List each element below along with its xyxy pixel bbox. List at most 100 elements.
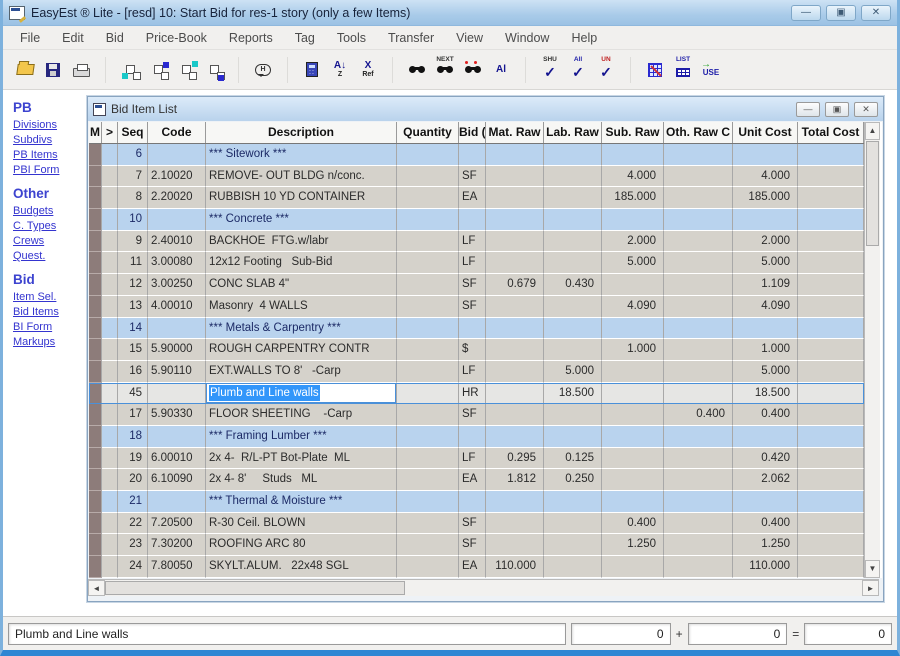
find-tagged-icon[interactable] — [459, 57, 487, 83]
column-header-seq[interactable]: Seq — [118, 122, 148, 143]
bid-item-row-15[interactable]: 155.90000ROUGH CARPENTRY CONTR$1.0001.00… — [89, 339, 864, 361]
sidebar-link-pbi-form[interactable]: PBI Form — [13, 164, 87, 176]
sidebar-link-bi-form[interactable]: BI Form — [13, 321, 87, 333]
sidebar-link-crews[interactable]: Crews — [13, 235, 87, 247]
column-header-lab-raw[interactable]: Lab. Raw — [544, 122, 602, 143]
uncheck-all-icon[interactable]: ✓UN — [592, 57, 620, 83]
sidebar-link-markups[interactable]: Markups — [13, 336, 87, 348]
column-header-unit-cost[interactable]: Unit Cost — [733, 122, 798, 143]
bid-item-row-17[interactable]: 175.90330FLOOR SHEETING -CarpSF0.4000.40… — [89, 404, 864, 426]
menu-tag[interactable]: Tag — [284, 31, 326, 45]
cell-total — [798, 556, 864, 578]
bid-item-row-19[interactable]: 196.000102x 4- R/L-PT Bot-Plate MLLF0.29… — [89, 448, 864, 470]
sidebar-link-quest-[interactable]: Quest. — [13, 250, 87, 262]
column-header-mat-raw[interactable]: Mat. Raw — [486, 122, 544, 143]
child-restore-button[interactable]: ▣ — [825, 102, 849, 117]
use-icon[interactable]: →USE — [697, 57, 725, 83]
column-header-total-cost[interactable]: Total Cost — [798, 122, 864, 143]
menu-reports[interactable]: Reports — [218, 31, 284, 45]
sidebar-link-budgets[interactable]: Budgets — [13, 205, 87, 217]
menu-transfer[interactable]: Transfer — [377, 31, 445, 45]
column-header-sub-raw[interactable]: Sub. Raw — [602, 122, 664, 143]
all-icon[interactable]: Al — [487, 57, 515, 83]
value1-field[interactable]: 0 — [571, 623, 671, 645]
bid-item-row-22[interactable]: 227.20500R-30 Ceil. BLOWNSF0.4000.400 — [89, 513, 864, 535]
description-field[interactable]: Plumb and Line walls — [8, 623, 566, 645]
vertical-scrollbar[interactable]: ▲ ▼ — [864, 122, 880, 578]
column-header--[interactable]: > — [102, 122, 118, 143]
bid-item-row-7[interactable]: 72.10020REMOVE- OUT BLDG n/conc.SF4.0004… — [89, 166, 864, 188]
column-header-oth-raw-c[interactable]: Oth. Raw C — [664, 122, 733, 143]
sidebar-link-divisions[interactable]: Divisions — [13, 119, 87, 131]
menu-view[interactable]: View — [445, 31, 494, 45]
maximize-button[interactable]: ▣ — [826, 5, 856, 21]
preview-grid-icon[interactable] — [641, 57, 669, 83]
calculator-icon[interactable] — [298, 57, 326, 83]
menu-price-book[interactable]: Price-Book — [135, 31, 218, 45]
goto-divisions-icon[interactable] — [116, 57, 144, 83]
scroll-down-icon[interactable]: ▼ — [865, 560, 880, 578]
check-all-icon[interactable]: ✓All — [564, 57, 592, 83]
sidebar-link-pb-items[interactable]: PB Items — [13, 149, 87, 161]
sidebar-link-c-types[interactable]: C. Types — [13, 220, 87, 232]
menu-bid[interactable]: Bid — [95, 31, 135, 45]
menu-window[interactable]: Window — [494, 31, 560, 45]
section-row-21[interactable]: 21*** Thermal & Moisture *** — [89, 491, 864, 513]
cell-lab — [544, 144, 602, 166]
goto-subdivs-icon[interactable] — [144, 57, 172, 83]
menu-edit[interactable]: Edit — [51, 31, 95, 45]
goto-items-icon[interactable] — [172, 57, 200, 83]
scroll-right-icon[interactable]: ► — [862, 580, 879, 596]
bid-item-row-45[interactable]: 45Plumb and Line wallsHR18.50018.500 — [89, 383, 864, 405]
section-row-6[interactable]: 6*** Sitework *** — [89, 144, 864, 166]
column-header-code[interactable]: Code — [148, 122, 206, 143]
column-header-m[interactable]: M — [89, 122, 102, 143]
bid-item-row-16[interactable]: 165.90110EXT.WALLS TO 8' -CarpLF5.0005.0… — [89, 361, 864, 383]
section-row-18[interactable]: 18*** Framing Lumber *** — [89, 426, 864, 448]
list-icon[interactable]: LIST — [669, 57, 697, 83]
xref-icon[interactable]: XRef — [354, 57, 382, 83]
section-row-10[interactable]: 10*** Concrete *** — [89, 209, 864, 231]
column-header-quantity[interactable]: Quantity — [397, 122, 459, 143]
goto-form-icon[interactable] — [200, 57, 228, 83]
child-close-button[interactable]: ✕ — [854, 102, 878, 117]
bid-item-list-title-bar[interactable]: Bid Item List — ▣ ✕ — [88, 97, 883, 121]
horizontal-scrollbar[interactable]: ◄ ► — [88, 579, 879, 596]
bid-item-row-8[interactable]: 82.20020RUBBISH 10 YD CONTAINEREA185.000… — [89, 187, 864, 209]
bid-item-row-24[interactable]: 247.80050SKYLT.ALUM. 22x48 SGLEA110.0001… — [89, 556, 864, 578]
find-icon[interactable] — [403, 57, 431, 83]
value2-field[interactable]: 0 — [688, 623, 788, 645]
horizontal-scroll-thumb[interactable] — [105, 581, 405, 595]
bid-item-row-11[interactable]: 113.0008012x12 Footing Sub-BidLF5.0005.0… — [89, 252, 864, 274]
show-checked-icon[interactable]: ✓SHU — [536, 57, 564, 83]
find-next-icon[interactable]: NEXT — [431, 57, 459, 83]
scroll-left-icon[interactable]: ◄ — [88, 580, 105, 596]
menu-tools[interactable]: Tools — [326, 31, 377, 45]
column-header-description[interactable]: Description — [206, 122, 397, 143]
column-header-bid-[interactable]: Bid ( — [459, 122, 486, 143]
open-file-icon[interactable] — [11, 57, 39, 83]
sidebar-link-subdivs[interactable]: Subdivs — [13, 134, 87, 146]
child-minimize-button[interactable]: — — [796, 102, 820, 117]
sort-az-icon[interactable]: A↓Z — [326, 57, 354, 83]
help-bubble-icon[interactable]: H — [249, 57, 277, 83]
cell-desc: BACKHOE FTG.w/labr — [206, 231, 397, 253]
save-icon[interactable] — [39, 57, 67, 83]
scroll-up-icon[interactable]: ▲ — [865, 122, 880, 140]
description-edit-input[interactable]: Plumb and Line walls — [206, 383, 396, 404]
close-button[interactable]: ✕ — [861, 5, 891, 21]
menu-help[interactable]: Help — [560, 31, 608, 45]
bid-item-row-9[interactable]: 92.40010BACKHOE FTG.w/labrLF2.0002.000 — [89, 231, 864, 253]
bid-item-row-13[interactable]: 134.00010Masonry 4 WALLSSF4.0904.090 — [89, 296, 864, 318]
menu-file[interactable]: File — [9, 31, 51, 45]
bid-item-row-12[interactable]: 123.00250CONC SLAB 4"SF0.6790.4301.109 — [89, 274, 864, 296]
sidebar-link-bid-items[interactable]: Bid Items — [13, 306, 87, 318]
minimize-button[interactable]: — — [791, 5, 821, 21]
sidebar-link-item-sel-[interactable]: Item Sel. — [13, 291, 87, 303]
print-icon[interactable] — [67, 57, 95, 83]
section-row-14[interactable]: 14*** Metals & Carpentry *** — [89, 318, 864, 340]
bid-item-row-23[interactable]: 237.30200ROOFING ARC 80SF1.2501.250 — [89, 534, 864, 556]
cell-total — [798, 166, 864, 188]
bid-item-row-20[interactable]: 206.100902x 4- 8' Studs MLEA1.8120.2502.… — [89, 469, 864, 491]
vertical-scroll-thumb[interactable] — [866, 141, 879, 246]
